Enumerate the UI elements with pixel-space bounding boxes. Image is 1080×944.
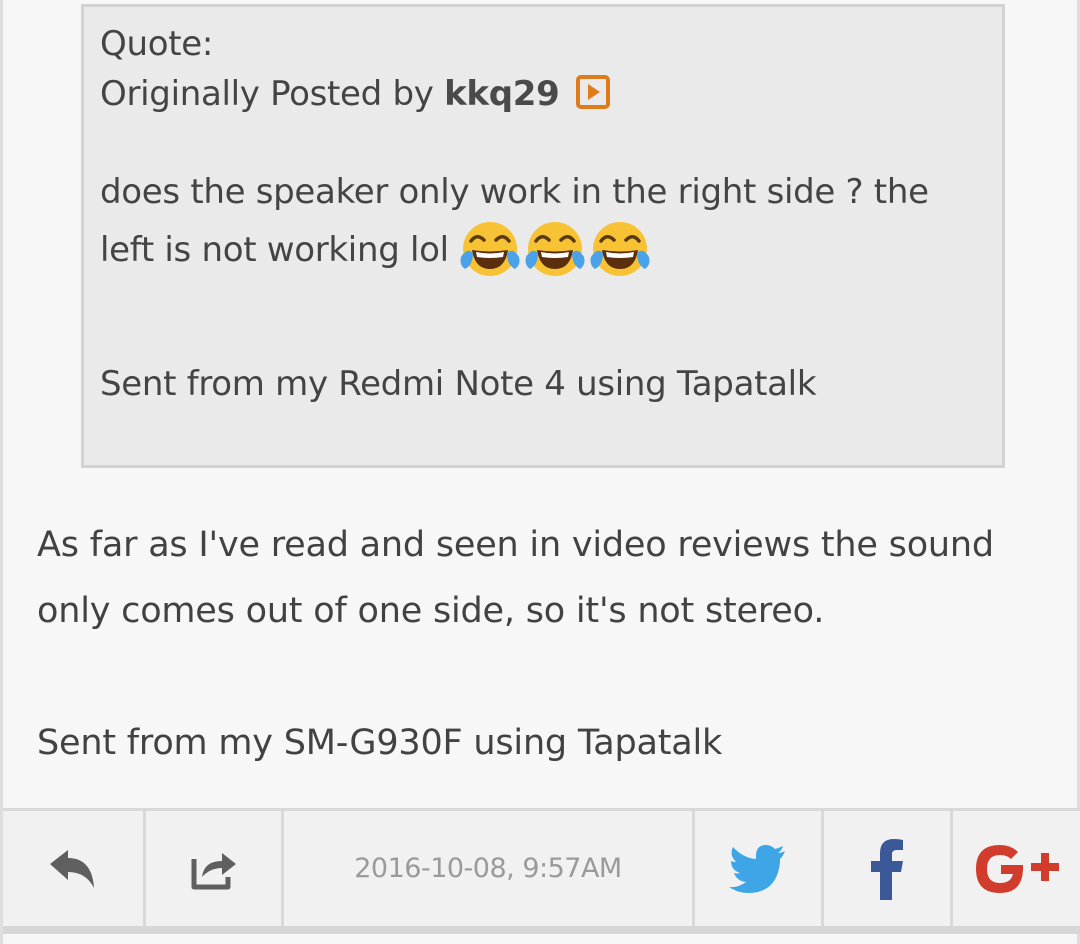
share-icon (191, 852, 236, 889)
tears-of-joy-emoji-icon (590, 222, 650, 276)
twitter-share-button[interactable] (695, 811, 824, 926)
quote-box: Quote: Originally Posted by kkq29 does t… (81, 4, 1005, 468)
facebook-icon (871, 838, 903, 900)
message-line-1: As far as I've read and seen in video re… (37, 525, 994, 565)
post-message: As far as I've read and seen in video re… (37, 512, 1057, 776)
twitter-icon (729, 844, 785, 893)
google-plus-icon (976, 844, 1059, 893)
quote-signature: Sent from my Redmi Note 4 using Tapatalk (100, 364, 817, 404)
quote-body: does the speaker only work in the right … (100, 167, 986, 283)
post-footer-toolbar: 2016-10-08, 9:57AM (3, 808, 1080, 934)
view-post-icon[interactable] (575, 75, 610, 109)
message-signature: Sent from my SM-G930F using Tapatalk (37, 723, 723, 763)
quote-text-line-1: does the speaker only work in the right … (100, 172, 929, 212)
share-button[interactable] (146, 811, 284, 926)
quote-label: Quote: (100, 24, 214, 64)
facebook-share-button[interactable] (824, 811, 953, 926)
quote-author-link[interactable]: kkq29 (444, 74, 560, 114)
quote-attribution: Originally Posted by kkq29 (100, 69, 986, 119)
google-plus-share-button[interactable] (953, 811, 1080, 926)
quote-text-line-2: left is not working lol (100, 230, 449, 270)
reply-icon (50, 849, 94, 888)
post-timestamp-cell: 2016-10-08, 9:57AM (284, 811, 695, 926)
tears-of-joy-emoji-icon (460, 222, 520, 276)
post-timestamp: 2016-10-08, 9:57AM (354, 853, 622, 884)
message-line-2: only comes out of one side, so it's not … (37, 591, 825, 631)
quote-text-line-2-row: left is not working lol (100, 217, 986, 283)
emoji-row (457, 217, 652, 283)
tears-of-joy-emoji-icon (525, 222, 585, 276)
reply-button[interactable] (3, 811, 146, 926)
post-container: Quote: Originally Posted by kkq29 does t… (0, 0, 1080, 944)
posted-by-prefix: Originally Posted by (100, 74, 445, 114)
